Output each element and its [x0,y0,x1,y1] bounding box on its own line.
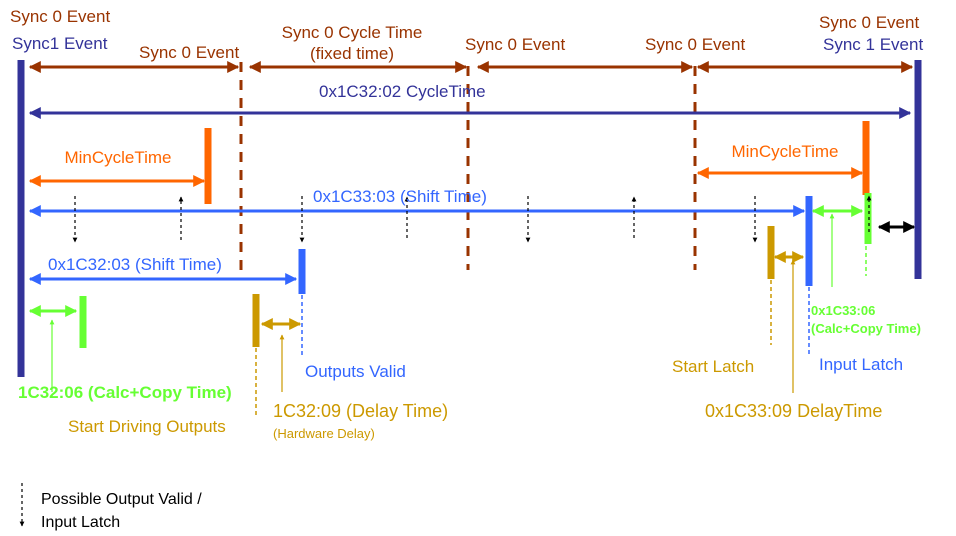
input-shift-time-label: 0x1C33:03 (Shift Time) [313,187,487,206]
cycle-time-label: Sync 0 Cycle Time [282,23,423,42]
input-calc-copy-bar [864,193,872,244]
cycle-time-fixed-label: (fixed time) [310,44,394,63]
left-sync1-label: Sync1 Event [12,34,108,53]
sync-event-bar-right [914,60,922,279]
input-latch-label: Input Latch [819,355,903,374]
input-latch-bar [805,196,813,286]
start-driving-outputs-label: Start Driving Outputs [68,417,226,436]
outputs-valid-label: Outputs Valid [305,362,406,381]
output-calc-copy-bar [79,296,87,348]
min-cycle-bar-right [862,121,870,195]
diagram-canvas: Sync 0 Event Sync1 Event Sync 0 Event Sy… [10,7,923,531]
output-delay-time-label: 1C32:09 (Delay Time) [273,401,448,421]
start-latch-bar [767,226,775,279]
right-sync0-label: Sync 0 Event [819,13,919,32]
min-cycle-time-right-label: MinCycleTime [731,142,838,161]
sync-event-bar-left [17,60,25,377]
output-shift-time-label: 0x1C32:03 (Shift Time) [48,255,222,274]
output-calc-copy-label: 1C32:06 (Calc+Copy Time) [18,383,232,402]
input-calc-copy-label: 0x1C33:06 [811,303,875,318]
input-calc-copy-label-2: (Calc+Copy Time) [811,321,921,336]
start-latch-label: Start Latch [672,357,754,376]
legend-line-2: Input Latch [41,514,120,531]
right-sync1-label: Sync 1 Event [823,35,923,54]
input-delay-time-label: 0x1C33:09 DelayTime [705,401,882,421]
outputs-valid-bar [298,249,306,294]
sync0-event-label: Sync 0 Event [139,43,239,62]
start-driving-bar [252,294,260,347]
left-sync0-label: Sync 0 Event [10,7,110,26]
sync0-event-label: Sync 0 Event [645,35,745,54]
min-cycle-time-left-label: MinCycleTime [64,148,171,167]
sync0-event-label: Sync 0 Event [465,35,565,54]
cycle-time-object-label: 0x1C32:02 CycleTime [319,82,486,101]
legend-line-1: Possible Output Valid / [41,491,202,508]
sync-timing-diagram: Sync 0 Event Sync1 Event Sync 0 Event Sy… [0,0,956,536]
hardware-delay-label: (Hardware Delay) [273,426,375,441]
min-cycle-bar-left [204,128,212,204]
